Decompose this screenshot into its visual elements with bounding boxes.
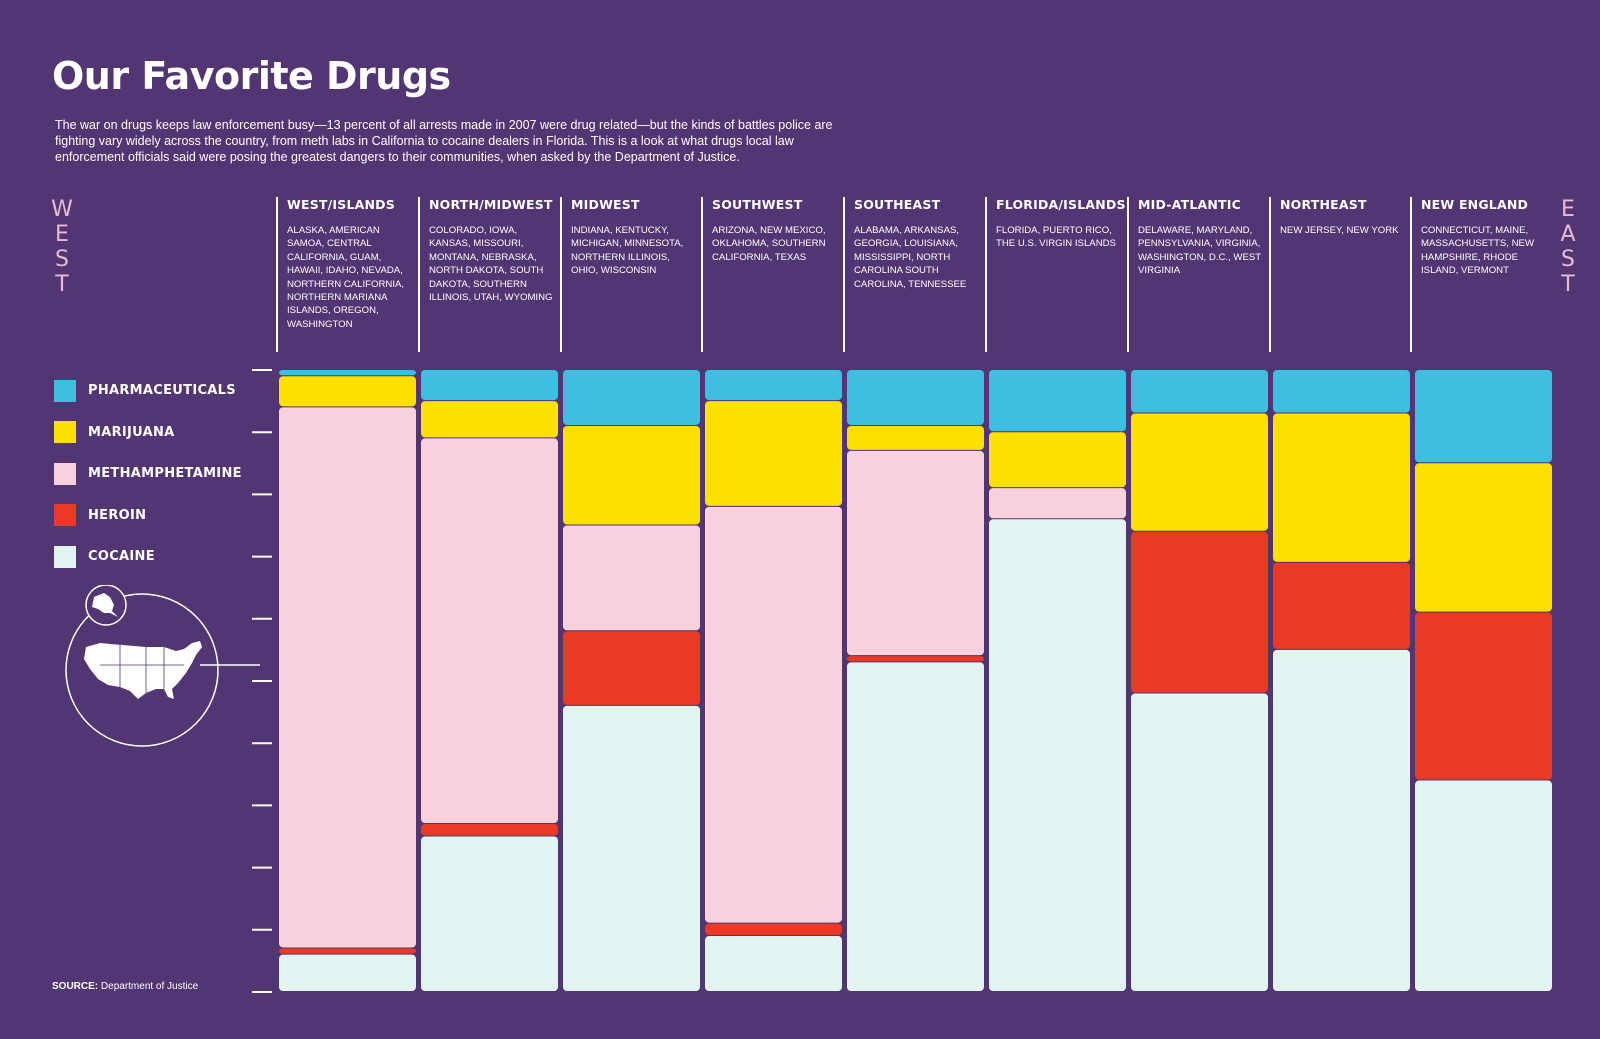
bar-segment-cocaine-northeast: [1273, 649, 1410, 991]
bars-layer: [279, 370, 1552, 991]
bar-segment-cocaine-new-england: [1415, 780, 1552, 991]
bar-segment-methamphetamine-north-midwest: [421, 438, 558, 824]
stacked-bar-chart: [252, 369, 1552, 993]
bar-segment-marijuana-mid-atlantic: [1131, 413, 1268, 531]
source-label: SOURCE:: [52, 981, 99, 992]
bar-segment-methamphetamine-midwest: [563, 525, 700, 631]
source-note: SOURCE: Department of Justice: [52, 981, 198, 992]
bar-segment-pharmaceuticals-mid-atlantic: [1131, 370, 1268, 413]
bar-segment-heroin-southwest: [705, 923, 842, 936]
bar-segment-heroin-north-midwest: [421, 824, 558, 836]
bar-segment-cocaine-southwest: [705, 936, 842, 991]
bar-segment-marijuana-southwest: [705, 401, 842, 506]
bar-segment-cocaine-florida-islands: [989, 519, 1126, 991]
bar-segment-heroin-southeast: [847, 656, 984, 662]
bar-segment-heroin-new-england: [1415, 612, 1552, 780]
bar-segment-pharmaceuticals-northeast: [1273, 370, 1410, 413]
bar-segment-pharmaceuticals-southeast: [847, 370, 984, 425]
bar-segment-pharmaceuticals-florida-islands: [989, 370, 1126, 432]
bar-segment-cocaine-mid-atlantic: [1131, 693, 1268, 991]
bar-segment-pharmaceuticals-west-islands: [279, 370, 416, 376]
bar-segment-marijuana-florida-islands: [989, 432, 1126, 488]
bar-segment-marijuana-northeast: [1273, 413, 1410, 562]
bar-segment-marijuana-west-islands: [279, 376, 416, 407]
bar-segment-methamphetamine-southwest: [705, 506, 842, 923]
bar-segment-heroin-northeast: [1273, 562, 1410, 649]
y-axis-ticks: [252, 369, 272, 993]
bar-segment-methamphetamine-southeast: [847, 450, 984, 656]
bar-segment-marijuana-north-midwest: [421, 401, 558, 438]
bar-segment-heroin-mid-atlantic: [1131, 531, 1268, 693]
bar-segment-heroin-midwest: [563, 631, 700, 705]
bar-segment-heroin-west-islands: [279, 948, 416, 954]
bar-segment-cocaine-west-islands: [279, 954, 416, 991]
bar-segment-methamphetamine-florida-islands: [989, 488, 1126, 519]
bar-segment-marijuana-midwest: [563, 425, 700, 525]
bar-segment-pharmaceuticals-midwest: [563, 370, 700, 425]
bar-segment-pharmaceuticals-southwest: [705, 370, 842, 401]
source-text: Department of Justice: [100, 981, 199, 992]
bar-segment-cocaine-midwest: [563, 705, 700, 991]
bar-segment-pharmaceuticals-north-midwest: [421, 370, 558, 401]
bar-segment-cocaine-north-midwest: [421, 836, 558, 991]
bar-segment-marijuana-southeast: [847, 425, 984, 450]
bar-segment-cocaine-southeast: [847, 662, 984, 991]
bar-segment-marijuana-new-england: [1415, 463, 1552, 612]
bar-segment-methamphetamine-west-islands: [279, 407, 416, 948]
bar-segment-pharmaceuticals-new-england: [1415, 370, 1552, 463]
